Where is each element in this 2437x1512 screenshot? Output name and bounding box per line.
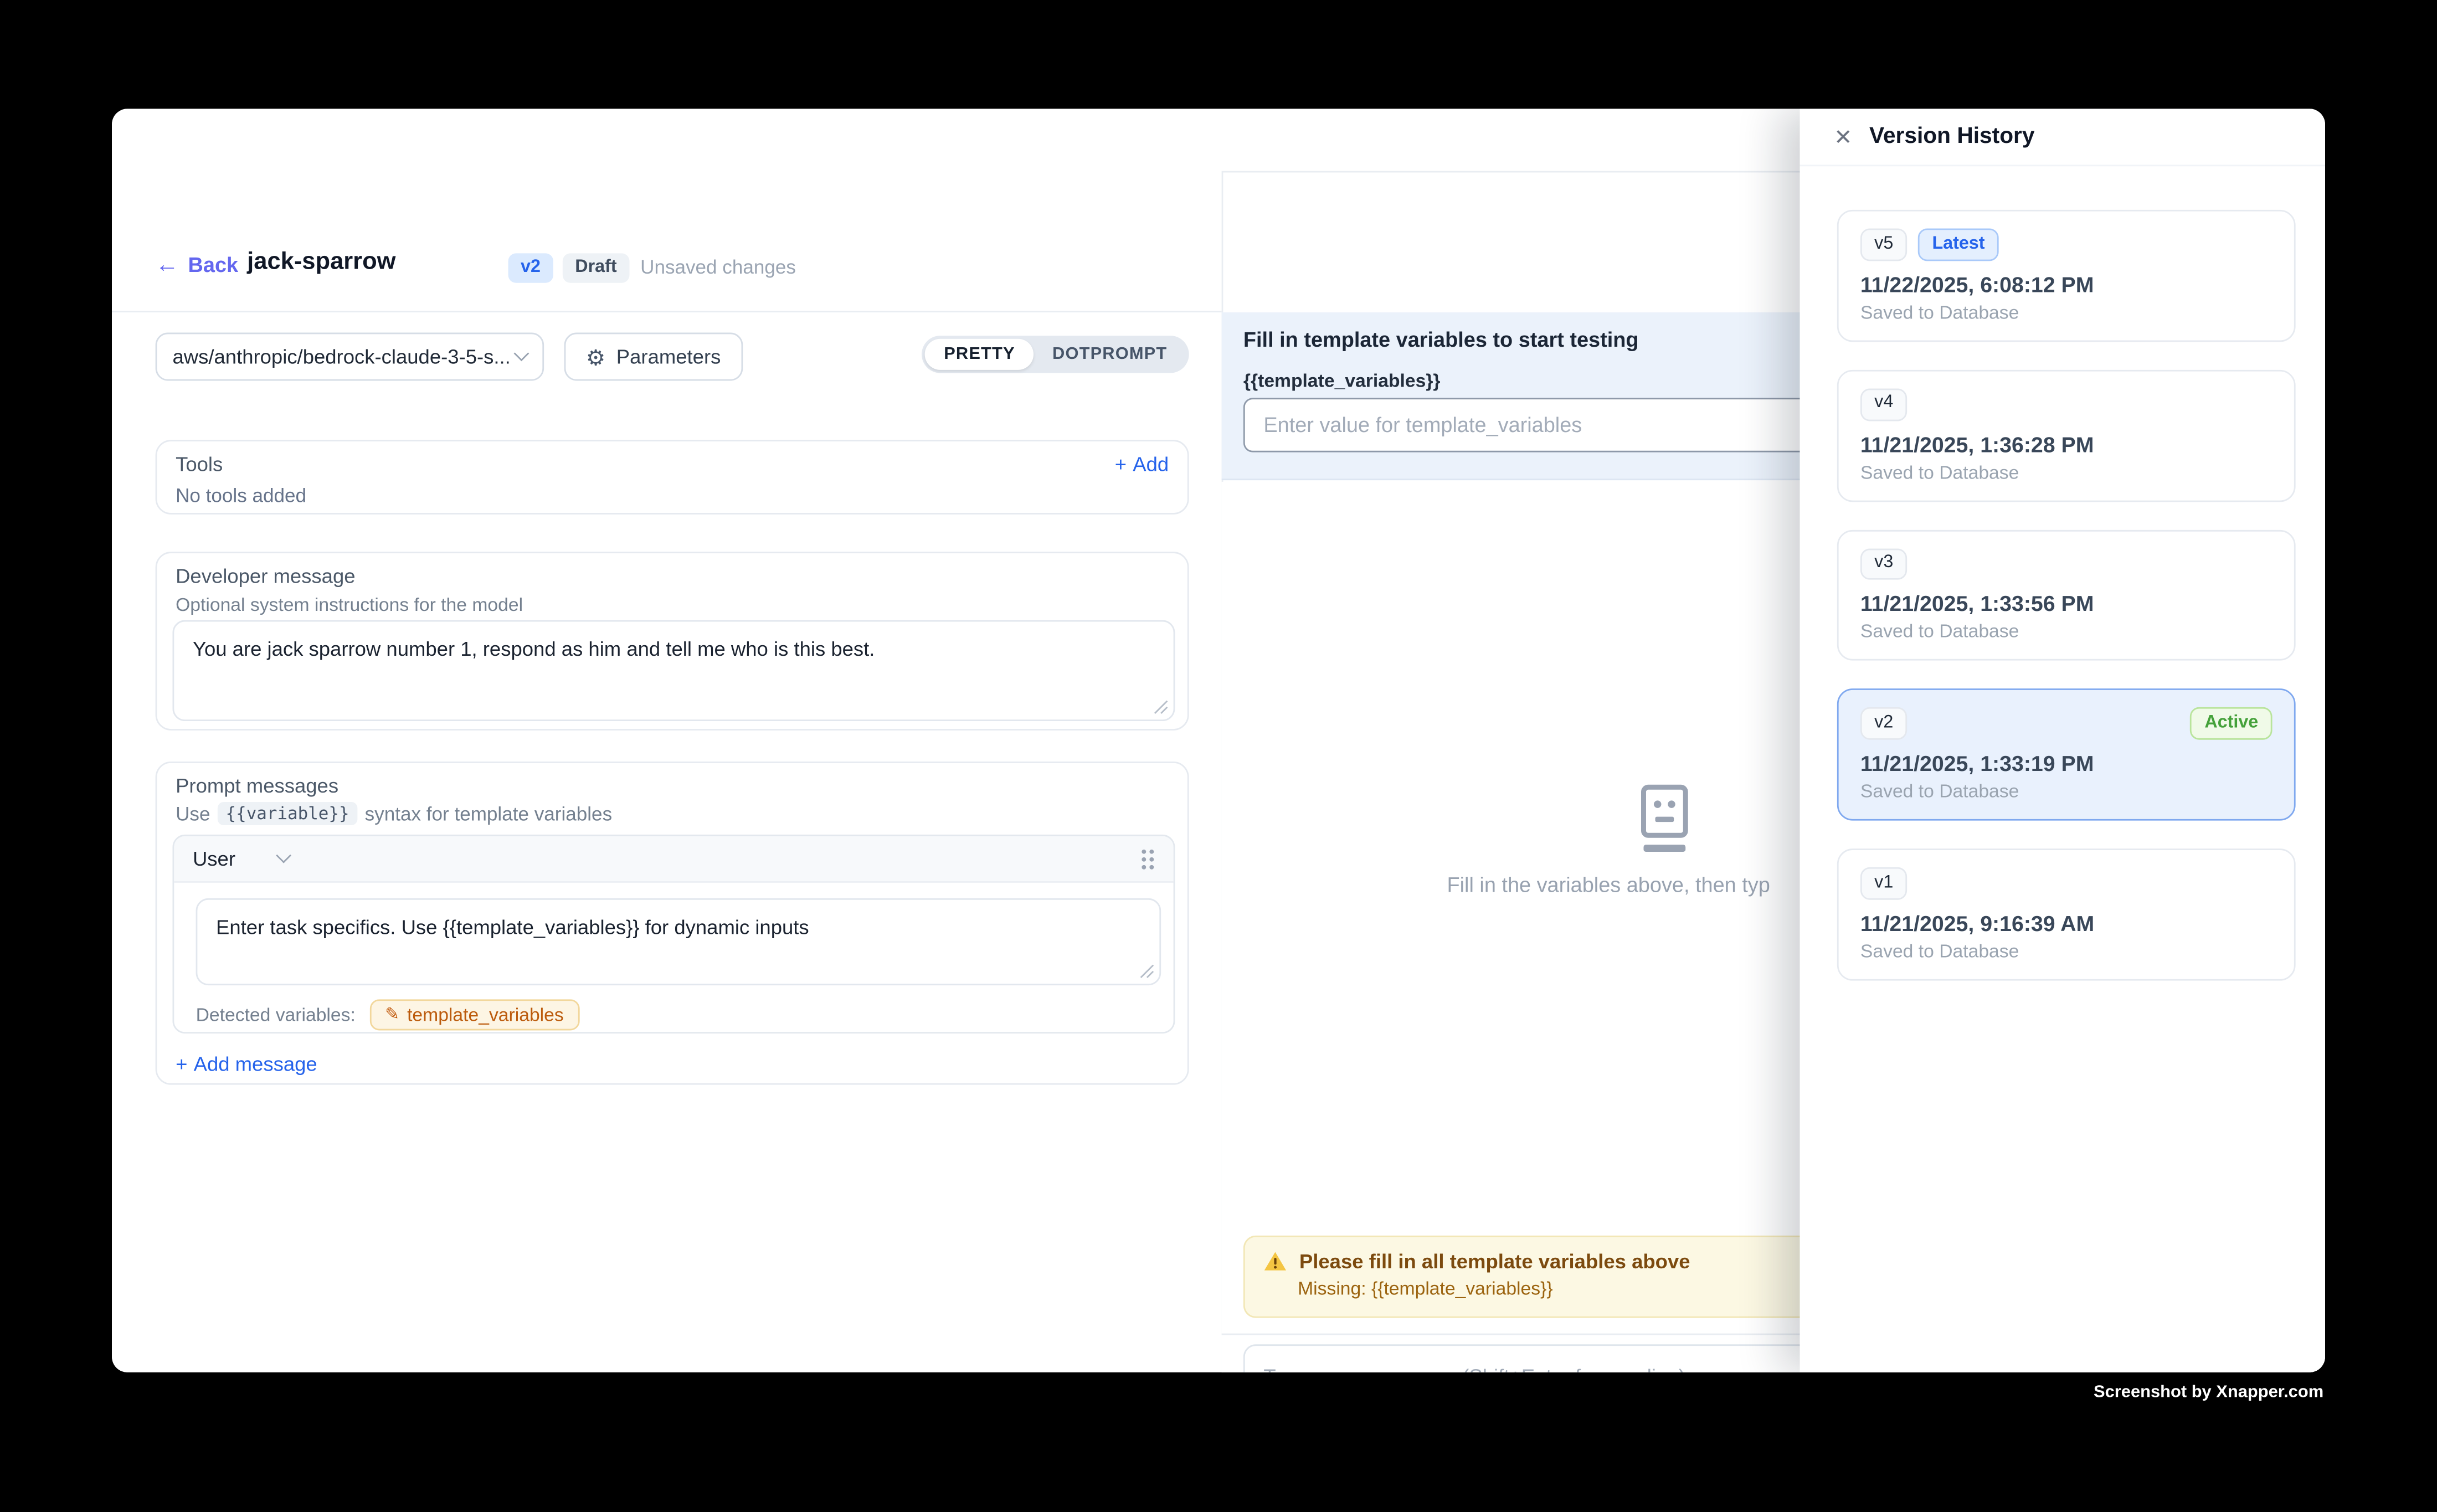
version-card[interactable]: v4 11/21/2025, 1:36:28 PM Saved to Datab… <box>1837 369 2296 501</box>
version-badge-row: v4 <box>1860 388 2273 420</box>
detected-variables-row: Detected variables: ✎ template_variables <box>196 999 579 1030</box>
prompt-messages-card: Prompt messages Use {{variable}} syntax … <box>156 762 1189 1085</box>
warning-title: Please fill in all template variables ab… <box>1299 1249 1690 1273</box>
hint-suffix: syntax for template variables <box>365 803 612 824</box>
add-message-label: Add message <box>194 1052 317 1076</box>
hint-prefix: Use <box>176 803 210 824</box>
developer-message-title: Developer message <box>176 564 355 588</box>
version-card[interactable]: v3 11/21/2025, 1:33:56 PM Saved to Datab… <box>1837 529 2296 661</box>
resize-grip-icon[interactable] <box>1138 962 1155 979</box>
version-badge-row: v1 <box>1860 867 2273 899</box>
version-id-badge: v1 <box>1860 867 1908 899</box>
version-source: Saved to Database <box>1860 461 2273 482</box>
unsaved-changes-label: Unsaved changes <box>640 256 796 278</box>
chevron-down-icon <box>276 848 292 863</box>
tools-empty-text: No tools added <box>176 485 306 507</box>
version-list: v5 Latest 11/22/2025, 6:08:12 PM Saved t… <box>1837 210 2296 981</box>
back-button[interactable]: ← Back <box>156 253 239 276</box>
view-mode-toggle: PRETTY DOTPROMPT <box>922 336 1189 373</box>
plus-icon: + <box>1115 452 1127 476</box>
version-history-header: ✕ Version History <box>1800 109 2325 166</box>
version-card[interactable]: v1 11/21/2025, 9:16:39 AM Saved to Datab… <box>1837 849 2296 981</box>
detected-variable-chip[interactable]: ✎ template_variables <box>369 999 579 1030</box>
add-tool-label: Add <box>1133 452 1169 476</box>
toggle-pretty[interactable]: PRETTY <box>926 339 1034 370</box>
message-value: Enter task specifics. Use {{template_var… <box>216 916 809 939</box>
developer-message-textarea[interactable]: You are jack sparrow number 1, respond a… <box>172 620 1175 721</box>
empty-state-text: Fill in the variables above, then typ <box>1447 873 1770 897</box>
detected-variables-label: Detected variables: <box>196 1004 356 1026</box>
prompt-messages-title: Prompt messages <box>176 774 338 797</box>
plus-icon: + <box>176 1052 187 1076</box>
back-arrow-icon: ← <box>156 253 179 276</box>
screenshot-canvas: ← Back jack-sparrow v2 Draft Unsaved cha… <box>0 0 2437 1512</box>
developer-message-subtitle: Optional system instructions for the mod… <box>176 594 523 615</box>
variable-syntax-chip: {{variable}} <box>218 802 357 825</box>
parameters-button[interactable]: ⚙ Parameters <box>564 333 743 381</box>
drag-handle-icon[interactable] <box>1139 846 1155 871</box>
prompt-editor-panel: ← Back jack-sparrow v2 Draft Unsaved cha… <box>112 109 1222 1372</box>
version-source: Saved to Database <box>1860 940 2273 962</box>
developer-message-value: You are jack sparrow number 1, respond a… <box>193 637 875 661</box>
version-card[interactable]: v5 Latest 11/22/2025, 6:08:12 PM Saved t… <box>1837 210 2296 342</box>
version-date: 11/21/2025, 1:36:28 PM <box>1860 431 2273 456</box>
model-selector-dropdown[interactable]: aws/anthropic/bedrock-claude-3-5-s... <box>156 333 544 381</box>
message-role-header: User <box>174 836 1173 883</box>
version-date: 11/21/2025, 1:33:19 PM <box>1860 751 2273 776</box>
version-date: 11/21/2025, 9:16:39 AM <box>1860 911 2273 935</box>
robot-icon <box>1638 783 1691 855</box>
toggle-dotprompt[interactable]: DOTPROMPT <box>1034 339 1186 370</box>
page-title: jack-sparrow <box>247 249 395 277</box>
version-date: 11/22/2025, 6:08:12 PM <box>1860 272 2273 297</box>
watermark-label: Screenshot by Xnapper.com <box>2094 1383 2323 1402</box>
add-message-button[interactable]: + Add message <box>176 1052 317 1076</box>
version-id-badge: v4 <box>1860 388 1908 420</box>
tools-title: Tools <box>176 452 223 476</box>
version-badge: v2 <box>508 253 553 282</box>
add-tool-button[interactable]: + Add <box>1115 452 1169 476</box>
prompt-messages-hint: Use {{variable}} syntax for template var… <box>176 802 612 825</box>
pencil-icon: ✎ <box>385 1006 399 1024</box>
version-id-badge: v2 <box>1860 708 1908 740</box>
parameters-label: Parameters <box>616 345 721 368</box>
detected-variable-name: template_variables <box>407 1004 564 1026</box>
variable-name-label: {{template_variables}} <box>1243 370 1441 392</box>
tools-card: Tools + Add No tools added <box>156 440 1189 515</box>
message-role-select[interactable]: User <box>193 847 235 870</box>
gear-icon: ⚙ <box>586 346 605 367</box>
variables-heading: Fill in template variables to start test… <box>1243 328 1639 351</box>
version-badge-row: v3 <box>1860 548 2273 580</box>
version-id-badge: v3 <box>1860 548 1908 580</box>
message-block: User Enter task specifics. Use {{templat… <box>172 835 1175 1033</box>
version-source: Saved to Database <box>1860 301 2273 323</box>
developer-message-card: Developer message Optional system instru… <box>156 552 1189 731</box>
version-source: Saved to Database <box>1860 621 2273 642</box>
version-history-title: Version History <box>1869 124 2035 149</box>
version-id-badge: v5 <box>1860 228 1908 260</box>
draft-status-badge: Draft <box>563 253 629 282</box>
message-textarea[interactable]: Enter task specifics. Use {{template_var… <box>196 898 1161 985</box>
close-icon[interactable]: ✕ <box>1834 126 1852 147</box>
version-source: Saved to Database <box>1860 780 2273 802</box>
app-window: ← Back jack-sparrow v2 Draft Unsaved cha… <box>112 109 2325 1372</box>
version-status-badge: Active <box>2191 708 2272 740</box>
version-badge-row: v2 Active <box>1860 708 2273 740</box>
version-date: 11/21/2025, 1:33:56 PM <box>1860 591 2273 616</box>
chevron-down-icon <box>514 346 529 362</box>
back-label: Back <box>188 253 239 276</box>
editor-header: ← Back jack-sparrow v2 Draft Unsaved cha… <box>112 109 1222 312</box>
version-card[interactable]: v2 Active 11/21/2025, 1:33:19 PM Saved t… <box>1837 689 2296 821</box>
version-history-panel: ✕ Version History v5 Latest 11/22/2025, … <box>1800 109 2325 1372</box>
version-badge-row: v5 Latest <box>1860 228 2273 260</box>
version-status-badge: Latest <box>1918 228 1999 260</box>
warning-icon <box>1263 1251 1287 1271</box>
resize-grip-icon[interactable] <box>1151 698 1169 715</box>
model-selector-value: aws/anthropic/bedrock-claude-3-5-s... <box>172 345 510 368</box>
